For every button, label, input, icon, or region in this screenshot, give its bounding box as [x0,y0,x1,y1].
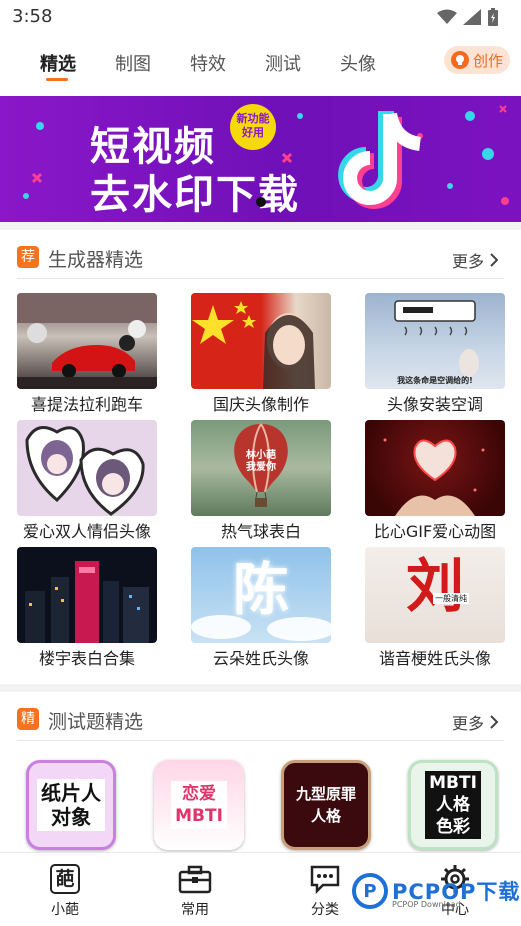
quiz-card-text: MBTI 人格 色彩 [425,771,481,839]
quiz-card-text: 纸片人 对象 [37,779,105,831]
couple-avatar-thumb [17,420,157,516]
generator-card-hot-air-balloon[interactable]: 林小葩 我爱你 热气球表白 [191,420,331,542]
balloon-text: 林小葩 我爱你 [246,450,276,473]
quiz-more-link[interactable]: 更多 [452,710,499,734]
generator-card-pun-surname[interactable]: 刘 一般清纯 谐音梗姓氏头像 [365,547,505,669]
tab-drawing[interactable]: 制图 [115,50,151,76]
generator-card-ferrari[interactable]: 喜提法拉利跑车 [17,293,157,415]
card-label: 头像安装空调 [386,395,483,414]
generator-card-heart-gif[interactable]: 比心GIF爱心动图 [365,420,505,542]
generator-card-national-day[interactable]: 国庆头像制作 [191,293,331,415]
status-icons [437,8,499,26]
generator-card-building-confession[interactable]: 楼宇表白合集 [17,547,157,669]
tab-effects[interactable]: 特效 [190,50,226,76]
nav-item-home[interactable]: 葩 小葩 [30,863,100,919]
tab-featured[interactable]: 精选 [40,50,76,76]
quiz-card-text: 恋爱 MBTI [171,781,227,829]
air-conditioner-thumb: 我这条命是空调给的! [365,293,505,389]
quiz-card-text: 九型原罪 人格 [295,785,356,825]
pa-logo-icon: 葩 [48,863,82,895]
generator-card-air-conditioner[interactable]: 我这条命是空调给的! 头像安装空调 [365,293,505,415]
quiz-section-header: 精 测试题精选 更多 [0,700,521,744]
card-label: 云朵姓氏头像 [212,649,309,668]
cloud-surname-thumb: 陈 [191,547,331,643]
generator-section-title: 生成器精选 [48,249,144,271]
quiz-card-mbti-color[interactable]: MBTI 人格 色彩 [408,760,498,850]
create-button[interactable]: 创作 [444,46,510,74]
chevron-right-icon [490,715,499,729]
tab-tests[interactable]: 测试 [265,50,301,76]
generator-card-couple-avatar[interactable]: 爱心双人情侣头像 [17,420,157,542]
chat-bubble-icon [308,863,342,895]
hot-air-balloon-thumb: 林小葩 我爱你 [191,420,331,516]
quiz-card-nine-sins[interactable]: 九型原罪 人格 [281,760,371,850]
status-time: 3:58 [12,6,53,27]
cloud-surname-char: 陈 [233,558,289,623]
generator-section-header: 荐 生成器精选 更多 [0,238,521,282]
card-label: 爱心双人情侣头像 [22,522,151,541]
national-day-thumb [191,293,331,389]
quiz-section-title: 测试题精选 [48,711,144,733]
section-divider [0,222,521,230]
lightbulb-icon [450,51,469,69]
pcpop-logo-icon: P [352,873,388,909]
card-label: 喜提法拉利跑车 [30,395,143,414]
heart-gif-thumb [365,420,505,516]
nav-label: 常用 [181,902,209,918]
pun-surname-char: 刘 [405,552,464,620]
create-button-label: 创作 [472,51,503,70]
nav-label: 小葩 [51,902,79,918]
nav-label: 分类 [311,902,339,918]
ferrari-thumb [17,293,157,389]
section-divider [0,684,521,692]
section-rule [17,740,504,741]
quiz-card-paper-partner[interactable]: 纸片人 对象 [26,760,116,850]
active-tab-indicator [46,78,68,81]
pun-surname-thumb: 刘 一般清纯 [365,547,505,643]
top-tabs: 精选 制图 特效 测试 头像 [0,44,521,88]
nav-item-common[interactable]: 常用 [160,863,230,919]
quiz-card-love-mbti[interactable]: 恋爱 MBTI [154,760,244,850]
more-label: 更多 [451,252,484,271]
section-rule [17,278,504,279]
wifi-icon [437,9,457,24]
signal-icon [463,9,481,25]
nav-item-category[interactable]: 分类 [290,863,360,919]
generator-card-cloud-surname[interactable]: 陈 云朵姓氏头像 [191,547,331,669]
generator-more-link[interactable]: 更多 [452,248,499,272]
chevron-right-icon [490,253,499,267]
card-label: 比心GIF爱心动图 [373,522,497,541]
air-conditioner-caption: 我这条命是空调给的! [397,376,473,385]
building-thumb [17,547,157,643]
banner-line2: 去水印下载 [90,172,300,218]
card-label: 谐音梗姓氏头像 [378,649,491,668]
tab-avatars[interactable]: 头像 [340,50,376,76]
watermark-subtext: PCPOP Download [392,900,461,909]
carousel-dot [256,197,266,207]
recommend-tag: 荐 [17,246,39,268]
pa-logo-glyph: 葩 [50,864,80,894]
pun-surname-sub: 一般清纯 [433,593,469,604]
card-label: 国庆头像制作 [212,395,309,414]
quiz-tag: 精 [17,708,39,730]
toolbox-icon [178,863,212,895]
battery-icon [488,8,498,26]
card-label: 楼宇表白合集 [38,649,135,668]
status-bar: 3:58 [0,0,521,36]
card-label: 热气球表白 [220,522,301,541]
more-label: 更多 [451,714,484,733]
banner-badge: 新功能 好用 [230,104,276,150]
pcpop-watermark: P PCPOP下载 PCPOP Download [352,872,520,910]
